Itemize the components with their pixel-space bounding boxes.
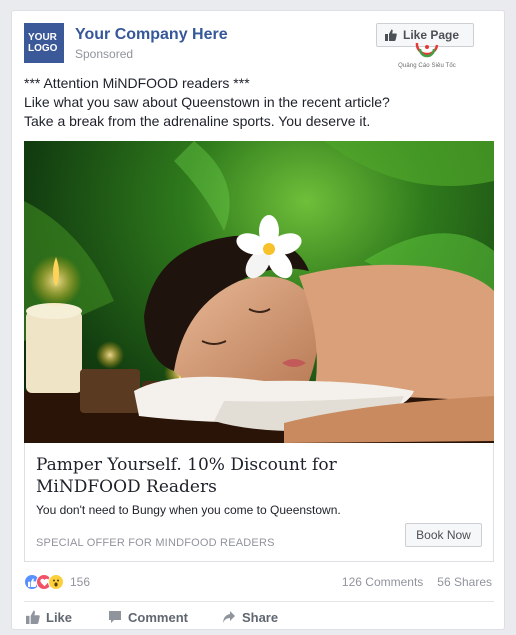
watermark-text: Quảng Cáo Siêu Tốc [398, 63, 456, 69]
like-action-button[interactable]: Like [26, 610, 72, 625]
logo-text-top: YOUR [28, 32, 57, 43]
logo-text-bottom: LOGO [28, 43, 58, 54]
comment-action-button[interactable]: Comment [108, 610, 188, 625]
post-line: Take a break from the adrenaline sports.… [24, 113, 371, 129]
company-name-link[interactable]: Your Company Here [75, 26, 228, 44]
share-icon [222, 611, 235, 623]
comment-action-label: Comment [128, 609, 188, 625]
sponsored-post-card: YOUR LOGO Your Company Here Sponsored Li… [11, 10, 505, 630]
comment-icon [109, 611, 122, 623]
reactions-summary[interactable]: 156 [24, 573, 90, 591]
like-action-label: Like [46, 609, 73, 625]
comments-count-link[interactable]: 126 Comments [342, 575, 423, 589]
shares-count-link[interactable]: 56 Shares [437, 575, 492, 589]
reaction-count: 156 [70, 575, 91, 589]
action-bar: Like Comment Share [24, 607, 494, 627]
link-headline[interactable]: Pamper Yourself. 10% Discount for MiNDFO… [36, 454, 436, 498]
post-message: *** Attention MiNDFOOD readers *** Like … [24, 74, 494, 131]
thumbs-up-icon [26, 610, 40, 624]
engagement-counts: 126 Comments 56 Shares [342, 575, 492, 589]
post-line: *** Attention MiNDFOOD readers *** [24, 75, 250, 91]
action-divider [24, 601, 494, 602]
link-description: You don't need to Bungy when you come to… [36, 503, 341, 517]
book-now-button[interactable]: Book Now [405, 523, 482, 547]
wow-reaction-icon [48, 574, 64, 590]
post-line: Like what you saw about Queenstown in th… [24, 94, 390, 110]
share-action-button[interactable]: Share [222, 610, 278, 625]
watermark-logo-icon [415, 42, 439, 58]
spa-massage-illustration [24, 141, 494, 443]
company-logo[interactable]: YOUR LOGO [24, 23, 64, 63]
share-action-label: Share [241, 609, 279, 625]
ad-image[interactable] [24, 141, 494, 443]
link-preview[interactable]: Pamper Yourself. 10% Discount for MiNDFO… [24, 443, 494, 562]
sponsored-label: Sponsored [75, 47, 134, 61]
watermark: Quảng Cáo Siêu Tốc [387, 35, 467, 75]
link-caption: SPECIAL OFFER FOR MINDFOOD READERS [36, 537, 275, 549]
